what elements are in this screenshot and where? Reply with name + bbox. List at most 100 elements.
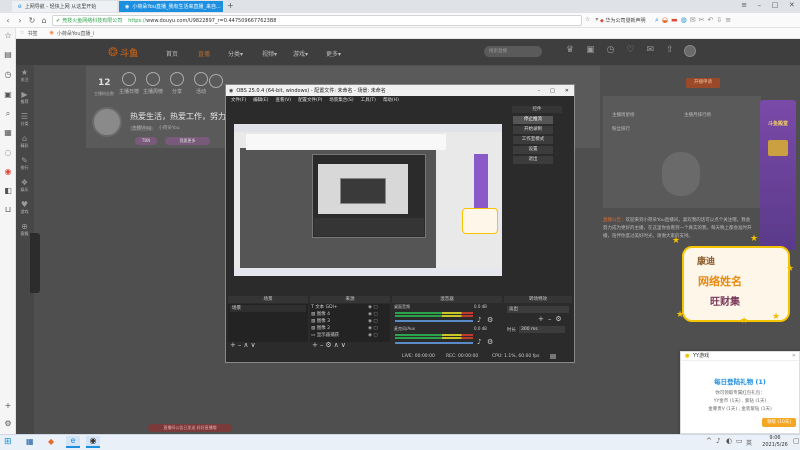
bottom-message[interactable]: 直播间公告已发送 好好直播哦: [148, 424, 232, 432]
mic-icon[interactable]: ♪: [477, 338, 481, 346]
tray-ime[interactable]: 英: [746, 438, 752, 447]
download-app-icon[interactable]: ▣: [586, 45, 595, 55]
taskbar-app-1[interactable]: ▦: [26, 437, 38, 447]
transition-gear-icon[interactable]: ⚙: [555, 315, 565, 323]
taskbar-date[interactable]: 2021/5/26: [758, 442, 792, 448]
category-day-rank[interactable]: 主播日榜: [116, 72, 142, 95]
category-week-rank[interactable]: 主播周榜: [140, 72, 166, 95]
start-button[interactable]: ⊞: [4, 437, 12, 447]
obs-menu-view[interactable]: 查看(V): [275, 96, 291, 105]
douyu-search-input[interactable]: 搜索直播: [484, 46, 542, 57]
streamer-name[interactable]: 小荷朵You: [158, 126, 179, 131]
back-icon[interactable]: ‹: [2, 15, 14, 27]
upload-icon[interactable]: ⇧: [666, 45, 674, 55]
taskbar-time[interactable]: 9:06: [760, 435, 790, 441]
bookmark-douyu[interactable]: 小荷朵You直播_i: [57, 30, 95, 37]
douyu-nav-ent[interactable]: ❖ 娱乐: [16, 178, 33, 193]
tbn-badge[interactable]: TBN: [135, 137, 157, 145]
obs-menu-profile[interactable]: 配置文件(P): [298, 96, 322, 105]
close-icon[interactable]: ✕: [789, 1, 795, 11]
address-bar[interactable]: ✔ 竞技火鱼网络科技有限公司 https:// www.douyu.com/U9…: [52, 15, 582, 26]
new-tab-button[interactable]: +: [227, 1, 234, 10]
eye-icon[interactable]: ◉ ▢: [368, 325, 388, 332]
search-icon[interactable]: ⌕: [655, 16, 659, 25]
user-avatar[interactable]: [684, 45, 696, 57]
settings-button[interactable]: 设置: [513, 146, 553, 154]
yy-close-icon[interactable]: ✕: [792, 352, 796, 361]
mic-volume-slider[interactable]: [395, 342, 473, 344]
douyu-nav-rank[interactable]: ✎ 排行: [16, 156, 33, 171]
start-record-button[interactable]: 开始录制: [513, 126, 553, 134]
obs-close-icon[interactable]: ✕: [565, 88, 569, 94]
desktop-volume-slider[interactable]: [395, 320, 473, 322]
shop-sidebar-icon[interactable]: ◧: [3, 186, 13, 196]
car-icon[interactable]: ▬: [671, 16, 678, 25]
obs-menu-file[interactable]: 文件(F): [231, 96, 246, 105]
bookmark-folder[interactable]: 书签: [27, 30, 37, 37]
search-sidebar-icon[interactable]: ⌕: [3, 109, 13, 119]
minimize-icon[interactable]: –: [758, 1, 762, 11]
source-up-icon[interactable]: ∧: [334, 341, 341, 349]
notification-icon[interactable]: ▢: [793, 437, 800, 445]
exit-button[interactable]: 退出: [513, 156, 553, 164]
eye-icon[interactable]: ◉ ▢: [368, 318, 388, 325]
obs-menu-scenes[interactable]: 场景集合(S): [329, 96, 353, 105]
mail-icon[interactable]: ✉: [690, 16, 696, 25]
obs-menu-help[interactable]: 帮助(H): [383, 96, 399, 105]
rank-item-3[interactable]: 粉丝排行: [612, 126, 630, 132]
category-share[interactable]: 分享: [164, 72, 190, 95]
taskbar-obs[interactable]: ◉: [86, 436, 100, 448]
scene-item[interactable]: 场景: [230, 305, 306, 312]
stop-stream-button[interactable]: 停止推流: [513, 116, 553, 124]
cut-icon[interactable]: ✂: [699, 16, 705, 25]
transition-select[interactable]: 淡出: [507, 306, 569, 313]
tray-chevron-icon[interactable]: ^: [706, 437, 712, 445]
history-icon[interactable]: ◷: [607, 45, 615, 55]
nav-category[interactable]: 分类▾: [228, 49, 243, 58]
mixer-gear-icon[interactable]: ⚙: [487, 316, 493, 324]
obs-titlebar[interactable]: ◉ OBS 25.0.4 (64-bit, windows) - 配置文件: 未…: [226, 85, 574, 96]
obs-preview[interactable]: [234, 124, 502, 276]
follow-icon[interactable]: ♡: [626, 45, 634, 55]
settings-icon[interactable]: ≡: [725, 16, 731, 25]
gear-sidebar-icon[interactable]: ⚙: [3, 419, 13, 429]
news-text[interactable]: ◆ 华为公司發新声明: [600, 17, 645, 24]
studio-mode-button[interactable]: 工作室模式: [513, 136, 553, 144]
taskbar-app-2[interactable]: ◆: [48, 437, 60, 447]
apply-stream-button[interactable]: 开播申请: [686, 78, 720, 88]
more-badge[interactable]: 我要更多: [165, 137, 210, 145]
douyu-nav-recommend[interactable]: ▶ 推荐: [16, 90, 33, 105]
tray-app-icon[interactable]: ◐: [726, 437, 732, 445]
doc-sidebar-icon[interactable]: ▦: [3, 128, 13, 138]
nav-video[interactable]: 视频▾: [262, 49, 277, 58]
tray-sound-icon[interactable]: ♪: [716, 437, 720, 445]
bookmarks-sidebar-icon[interactable]: ▤: [3, 50, 13, 60]
douyu-logo[interactable]: ❂ 斗鱼: [108, 44, 148, 60]
refresh-icon[interactable]: ↻: [26, 15, 38, 27]
douyu-nav-category[interactable]: ☰ 分类: [16, 112, 33, 127]
nav-home[interactable]: 首页: [166, 49, 178, 58]
scene-up-icon[interactable]: ∧: [243, 341, 250, 349]
source-gear-icon[interactable]: ⚙: [325, 341, 333, 349]
cart-sidebar-icon[interactable]: ⊔: [3, 205, 13, 215]
rank-item-2[interactable]: 主播月排行榜: [684, 112, 711, 118]
douyu-nav-follow[interactable]: ★ 关注: [16, 68, 33, 83]
eye-icon[interactable]: ◉ ▢: [368, 304, 388, 311]
obs-minimize-icon[interactable]: –: [538, 88, 541, 94]
chat-sidebar-icon[interactable]: ◌: [3, 148, 13, 158]
star-icon[interactable]: ☆: [585, 16, 590, 23]
scene-down-icon[interactable]: ∨: [251, 341, 258, 349]
menu-icon[interactable]: ≡: [741, 1, 747, 11]
home-icon[interactable]: ⌂: [38, 15, 50, 27]
tab-douyu[interactable]: ◉ 小荷朵You直播_我有生活来直播_来自...: [119, 1, 223, 12]
video-sidebar-icon[interactable]: ▣: [3, 90, 13, 100]
add-sidebar-icon[interactable]: +: [3, 401, 13, 411]
eye-icon[interactable]: ◉ ▢: [368, 311, 388, 318]
rank-item-1[interactable]: 主播周星榜: [612, 112, 635, 118]
add-scene-icon[interactable]: +: [230, 341, 238, 349]
undo-icon[interactable]: ↶: [708, 16, 714, 25]
obs-maximize-icon[interactable]: □: [550, 88, 555, 94]
eye-icon[interactable]: ◉ ▢: [368, 332, 388, 339]
dropdown-icon[interactable]: ▾: [595, 16, 598, 23]
source-down-icon[interactable]: ∨: [341, 341, 348, 349]
